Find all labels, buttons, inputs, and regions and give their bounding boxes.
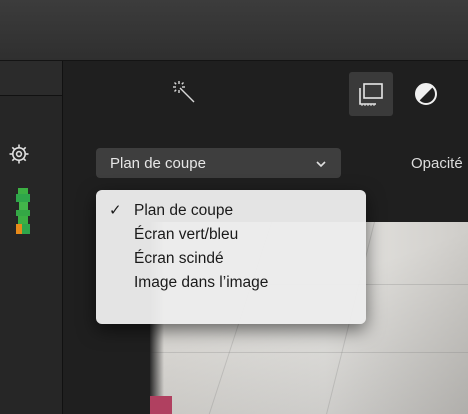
menu-item-image-dans-image[interactable]: Image dans l’image (96, 271, 366, 295)
clip-thumbnail[interactable] (16, 188, 30, 234)
opacity-label: Opacité (411, 155, 463, 172)
preview-object (150, 396, 172, 414)
left-pane-header (0, 61, 62, 96)
menu-item-label: Écran vert/bleu (134, 226, 239, 243)
menu-item-ecran-scinde[interactable]: Écran scindé (96, 247, 366, 271)
color-balance-icon[interactable] (412, 80, 440, 108)
menu-item-ecran-vert-bleu[interactable]: Écran vert/bleu (96, 223, 366, 247)
menu-item-label: Écran scindé (134, 250, 224, 267)
menu-item-plan-de-coupe[interactable]: ✓ Plan de coupe (96, 199, 366, 223)
compositing-mode-select[interactable]: Plan de coupe (96, 148, 341, 178)
chevron-down-icon (315, 157, 327, 169)
magic-wand-icon[interactable] (170, 78, 198, 106)
window-toolbar (0, 0, 468, 61)
crop-button[interactable] (349, 72, 393, 116)
menu-item-label: Image dans l’image (134, 274, 269, 291)
crop-icon (359, 83, 383, 106)
menu-item-label: Plan de coupe (134, 202, 234, 219)
ceiling-tile-line (150, 352, 468, 353)
checkmark-icon: ✓ (109, 202, 122, 219)
gear-icon[interactable] (8, 143, 30, 165)
left-pane (0, 61, 63, 414)
compositing-mode-value: Plan de coupe (110, 154, 206, 172)
compositing-mode-menu: ✓ Plan de coupe Écran vert/bleu Écran sc… (96, 190, 366, 324)
